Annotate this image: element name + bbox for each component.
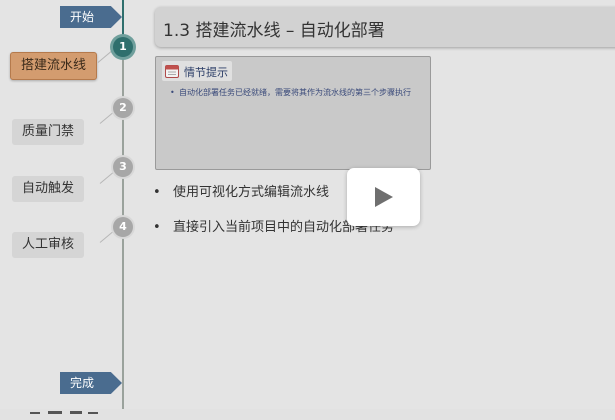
step-number-4[interactable]: 4 bbox=[113, 217, 133, 237]
step-connector bbox=[99, 172, 114, 184]
step-connector bbox=[97, 50, 113, 63]
calendar-icon bbox=[165, 63, 179, 78]
video-play-button[interactable] bbox=[347, 168, 420, 226]
step-number-1[interactable]: 1 bbox=[113, 37, 133, 57]
clipped-text-fragment bbox=[30, 401, 100, 414]
plot-hint-panel: 情节提示 • 自动化部署任务已经就绪，需要将其作为流水线的第三个步骤执行 bbox=[155, 56, 431, 170]
bullet-dot: • bbox=[153, 220, 161, 235]
hint-header: 情节提示 bbox=[162, 61, 232, 81]
timeline-progress-line bbox=[122, 0, 124, 38]
hint-title: 情节提示 bbox=[184, 66, 228, 79]
step-number-2[interactable]: 2 bbox=[113, 98, 133, 118]
timeline-start-tag: 开始 bbox=[60, 6, 122, 28]
section-title-bar: 1.3 搭建流水线 – 自动化部署 bbox=[155, 7, 615, 47]
play-icon bbox=[375, 187, 393, 207]
step-connector bbox=[99, 112, 114, 124]
step-connector bbox=[99, 231, 114, 243]
lesson-slide: 开始 搭建流水线 质量门禁 自动触发 人工审核 1 2 3 4 完成 1.3 搭… bbox=[0, 0, 615, 414]
step-button-auto-trigger[interactable]: 自动触发 bbox=[12, 176, 85, 202]
bullet-dot: • bbox=[153, 185, 161, 200]
step-number-3[interactable]: 3 bbox=[113, 157, 133, 177]
page-title: 1.3 搭建流水线 – 自动化部署 bbox=[163, 21, 385, 41]
step-button-build-pipeline[interactable]: 搭建流水线 bbox=[10, 52, 98, 80]
hint-item-text: 自动化部署任务已经就绪，需要将其作为流水线的第三个步骤执行 bbox=[179, 88, 411, 97]
timeline-line bbox=[122, 0, 124, 409]
timeline-end-tag: 完成 bbox=[60, 372, 122, 394]
hint-item: • 自动化部署任务已经就绪，需要将其作为流水线的第三个步骤执行 bbox=[170, 87, 416, 98]
step-button-manual-review[interactable]: 人工审核 bbox=[12, 232, 85, 258]
step-button-quality-gate[interactable]: 质量门禁 bbox=[12, 119, 85, 145]
bullet-dot: • bbox=[170, 88, 175, 97]
